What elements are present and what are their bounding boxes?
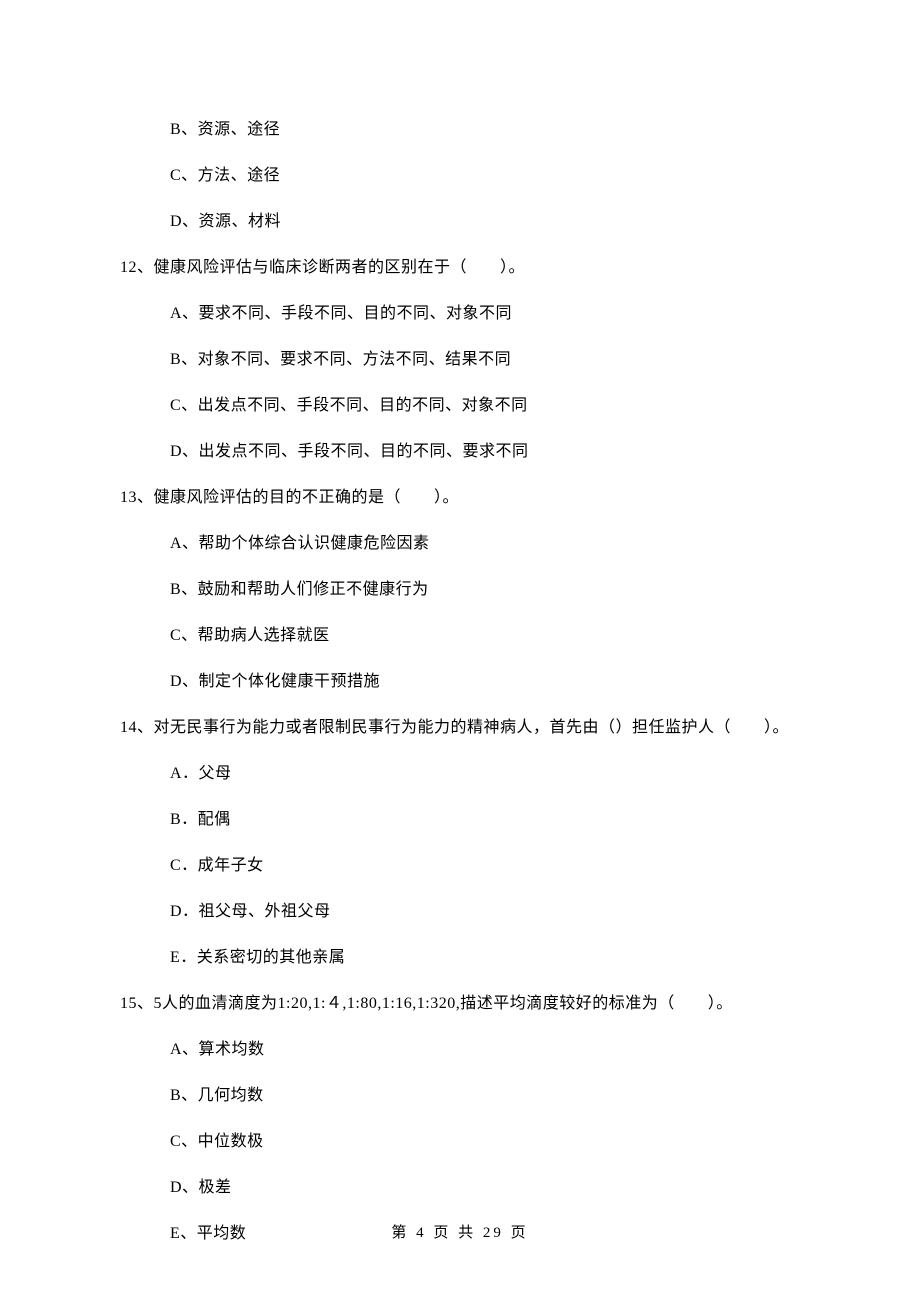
option: A．父母 xyxy=(120,762,800,786)
option: B、对象不同、要求不同、方法不同、结果不同 xyxy=(120,348,800,372)
option: D、制定个体化健康干预措施 xyxy=(120,670,800,694)
option: D、出发点不同、手段不同、目的不同、要求不同 xyxy=(120,440,800,464)
option: D．祖父母、外祖父母 xyxy=(120,900,800,924)
option: C．成年子女 xyxy=(120,854,800,878)
page-footer: 第 4 页 共 29 页 xyxy=(0,1221,920,1242)
question-14: 14、对无民事行为能力或者限制民事行为能力的精神病人，首先由（）担任监护人（ ）… xyxy=(120,716,800,740)
option: C、帮助病人选择就医 xyxy=(120,624,800,648)
option: A、帮助个体综合认识健康危险因素 xyxy=(120,532,800,556)
option: B．配偶 xyxy=(120,808,800,832)
option: C、中位数极 xyxy=(120,1130,800,1154)
question-12: 12、健康风险评估与临床诊断两者的区别在于（ ）。 xyxy=(120,256,800,280)
option: B、鼓励和帮助人们修正不健康行为 xyxy=(120,578,800,602)
option: C、方法、途径 xyxy=(120,164,800,188)
option: A、要求不同、手段不同、目的不同、对象不同 xyxy=(120,302,800,326)
option: D、资源、材料 xyxy=(120,210,800,234)
option: B、几何均数 xyxy=(120,1084,800,1108)
option: E．关系密切的其他亲属 xyxy=(120,946,800,970)
option: C、出发点不同、手段不同、目的不同、对象不同 xyxy=(120,394,800,418)
option: D、极差 xyxy=(120,1176,800,1200)
page-content: B、资源、途径 C、方法、途径 D、资源、材料 12、健康风险评估与临床诊断两者… xyxy=(0,0,920,1246)
question-13: 13、健康风险评估的目的不正确的是（ ）。 xyxy=(120,486,800,510)
option: B、资源、途径 xyxy=(120,118,800,142)
question-15: 15、5人的血清滴度为1:20,1:４,1:80,1:16,1:320,描述平均… xyxy=(120,992,800,1016)
option: A、算术均数 xyxy=(120,1038,800,1062)
